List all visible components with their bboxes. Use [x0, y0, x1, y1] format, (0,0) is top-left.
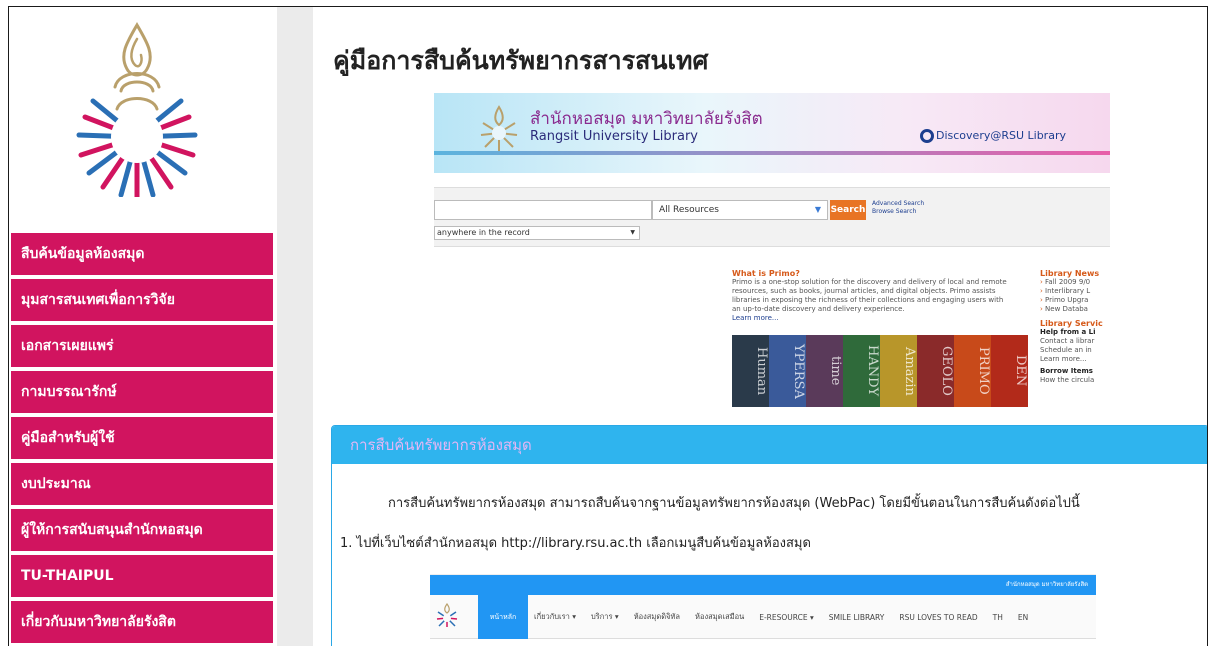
- search-guide-panel: การสืบค้นทรัพยากรห้องสมุด การสืบค้นทรัพย…: [331, 425, 1207, 646]
- chevron-down-icon: ▼: [630, 229, 635, 236]
- book-spine: GEOLO: [917, 335, 954, 407]
- nav-e-resource[interactable]: E-RESOURCE ▾: [759, 613, 814, 622]
- browse-search-link[interactable]: Browse Search: [872, 208, 924, 216]
- news-item[interactable]: › Interlibrary L: [1040, 287, 1110, 296]
- nav-lang-en[interactable]: EN: [1018, 613, 1028, 622]
- sidebar-item-user-manual[interactable]: คู่มือสำหรับผู้ใช้: [11, 417, 273, 459]
- sidebar-gutter: [277, 7, 313, 646]
- books-image: Human YPERSA time HANDY Amazin GEOLO PRI…: [732, 335, 1028, 407]
- book-spine: HANDY: [843, 335, 880, 407]
- library-news-heading: Library News: [1040, 269, 1100, 278]
- discovery-screenshot: สำนักหอสมุด มหาวิทยาลัยรังสิต Rangsit Un…: [434, 93, 1110, 407]
- book-spine: PRIMO: [954, 335, 991, 407]
- panel-heading: การสืบค้นทรัพยากรห้องสมุด: [332, 426, 1207, 464]
- sidebar-item-library-search[interactable]: สืบค้นข้อมูลห้องสมุด: [11, 233, 273, 275]
- scope-dropdown[interactable]: All Resources ▼: [652, 200, 828, 220]
- library-banner: สำนักหอสมุด มหาวิทยาลัยรังสิต Rangsit Un…: [434, 93, 1110, 173]
- banner-english-name: Rangsit University Library: [530, 129, 698, 144]
- news-item[interactable]: › Fall 2009 9/0: [1040, 278, 1110, 287]
- nav-services[interactable]: บริการ ▾: [591, 611, 619, 623]
- banner-thai-name: สำนักหอสมุด มหาวิทยาลัยรังสิต: [530, 109, 763, 129]
- book-spine: YPERSA: [769, 335, 806, 407]
- main-content: คู่มือการสืบค้นทรัพยากรสารสนเทศ สำนักหอส…: [313, 7, 1207, 646]
- discovery-logo: Discovery@RSU Library: [920, 129, 1066, 143]
- site-nav-items: เกี่ยวกับเรา ▾ บริการ ▾ ห้องสมุดดิจิทัล …: [534, 595, 1028, 639]
- library-news: Library News › Fall 2009 9/0 › Interlibr…: [1040, 269, 1110, 385]
- search-input[interactable]: [434, 200, 652, 220]
- sidebar-item-publications[interactable]: เอกสารเผยแพร่: [11, 325, 273, 367]
- sidebar-item-ask-librarian[interactable]: กามบรรณารักษ์: [11, 371, 273, 413]
- book-spine: DEN: [991, 335, 1028, 407]
- nav-smile-library[interactable]: SMILE LIBRARY: [829, 613, 885, 622]
- sidebar-item-supporters[interactable]: ผู้ให้การสนับสนุนสำนักหอสมุด: [11, 509, 273, 551]
- library-site-screenshot: สำนักหอสมุด มหาวิทยาลัยรังสิต หน้าหลัก เ…: [430, 574, 1096, 646]
- nav-digital-library[interactable]: ห้องสมุดดิจิทัล: [634, 611, 680, 623]
- help-line: Schedule an in: [1040, 346, 1092, 354]
- field-dropdown-value: anywhere in the record: [437, 228, 530, 237]
- site-logo-icon: [436, 603, 458, 627]
- panel-intro-text: การสืบค้นทรัพยากรห้องสมุด สามารถสืบค้นจา…: [388, 496, 1080, 511]
- panel-step-1: 1. ไปที่เว็บไซต์สำนักหอสมุด http://libra…: [340, 536, 811, 551]
- nav-rsu-loves-to-read[interactable]: RSU LOVES TO READ: [899, 613, 977, 622]
- what-is-primo: What is Primo? Primo is a one-stop solut…: [732, 269, 1014, 323]
- news-item[interactable]: › Primo Upgra: [1040, 296, 1110, 305]
- scope-dropdown-value: All Resources: [659, 205, 719, 215]
- page-title: คู่มือการสืบค้นทรัพยากรสารสนเทศ: [333, 46, 709, 75]
- sidebar: สืบค้นข้อมูลห้องสมุด มุมสารสนเทศเพื่อการ…: [9, 7, 276, 646]
- borrow-title: Borrow Items: [1040, 367, 1093, 375]
- advanced-search-link[interactable]: Advanced Search: [872, 200, 924, 208]
- what-is-primo-heading: What is Primo?: [732, 269, 800, 278]
- sidebar-item-research-corner[interactable]: มุมสารสนเทศเพื่อการวิจัย: [11, 279, 273, 321]
- search-links: Advanced Search Browse Search: [872, 200, 924, 216]
- university-logo: [57, 17, 217, 200]
- sidebar-menu: สืบค้นข้อมูลห้องสมุด มุมสารสนเทศเพื่อการ…: [11, 233, 273, 646]
- field-dropdown[interactable]: anywhere in the record ▼: [434, 226, 640, 240]
- discovery-ring-icon: [920, 129, 934, 143]
- chevron-down-icon: ▼: [814, 205, 821, 214]
- nav-lang-th[interactable]: TH: [993, 613, 1003, 622]
- help-line: Contact a librar: [1040, 337, 1095, 345]
- library-logo-icon: [480, 105, 518, 151]
- book-spine: time: [806, 335, 843, 407]
- nav-virtual-library[interactable]: ห้องสมุดเสมือน: [695, 611, 744, 623]
- help-title: Help from a Li: [1040, 328, 1096, 336]
- what-is-primo-text: Primo is a one-stop solution for the dis…: [732, 278, 1007, 313]
- site-topbar: สำนักหอสมุด มหาวิทยาลัยรังสิต: [430, 575, 1096, 595]
- nav-about[interactable]: เกี่ยวกับเรา ▾: [534, 611, 576, 623]
- book-spine: Amazin: [880, 335, 917, 407]
- news-item[interactable]: › New Databa: [1040, 305, 1110, 314]
- help-line[interactable]: Learn more...: [1040, 355, 1110, 364]
- sidebar-item-tu-thaipul[interactable]: TU-THAIPUL: [11, 555, 273, 597]
- discovery-label: Discovery@RSU Library: [936, 129, 1066, 142]
- sidebar-item-about-university[interactable]: เกี่ยวกับมหาวิทยาลัยรังสิต: [11, 601, 273, 643]
- page-frame: สืบค้นข้อมูลห้องสมุด มุมสารสนเทศเพื่อการ…: [8, 6, 1208, 646]
- site-navbar: หน้าหลัก เกี่ยวกับเรา ▾ บริการ ▾ ห้องสมุ…: [430, 595, 1096, 639]
- borrow-line: How the circula: [1040, 376, 1095, 384]
- site-topbar-text: สำนักหอสมุด มหาวิทยาลัยรังสิต: [1005, 581, 1088, 588]
- sidebar-item-budget[interactable]: งบประมาณ: [11, 463, 273, 505]
- learn-more-link[interactable]: Learn more...: [732, 314, 1014, 323]
- nav-home[interactable]: หน้าหลัก: [478, 595, 528, 639]
- search-band: All Resources ▼ Search Advanced Search B…: [434, 187, 1110, 247]
- banner-stripe: [434, 151, 1110, 155]
- search-button[interactable]: Search: [830, 200, 866, 220]
- library-services-heading: Library Servic: [1040, 319, 1103, 328]
- book-spine: Human: [732, 335, 769, 407]
